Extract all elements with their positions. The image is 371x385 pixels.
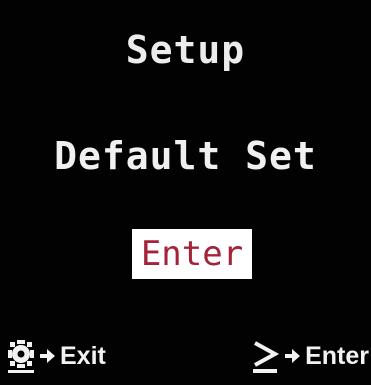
gear-icon xyxy=(6,339,36,373)
arrow-right-icon xyxy=(40,348,56,364)
menu-title: Setup xyxy=(125,28,246,72)
device-screen: Setup Default Set Enter Exit Enter xyxy=(0,0,371,385)
arrow-right-icon xyxy=(285,348,301,364)
greater-equal-icon xyxy=(251,339,281,373)
enter-hint[interactable]: Enter xyxy=(251,336,369,376)
current-option: Default Set xyxy=(54,134,317,178)
footer-hints: Exit Enter xyxy=(0,336,371,376)
exit-label: Exit xyxy=(60,341,106,370)
exit-hint[interactable]: Exit xyxy=(6,336,106,376)
enter-label: Enter xyxy=(305,341,369,370)
enter-button[interactable]: Enter xyxy=(132,229,252,279)
